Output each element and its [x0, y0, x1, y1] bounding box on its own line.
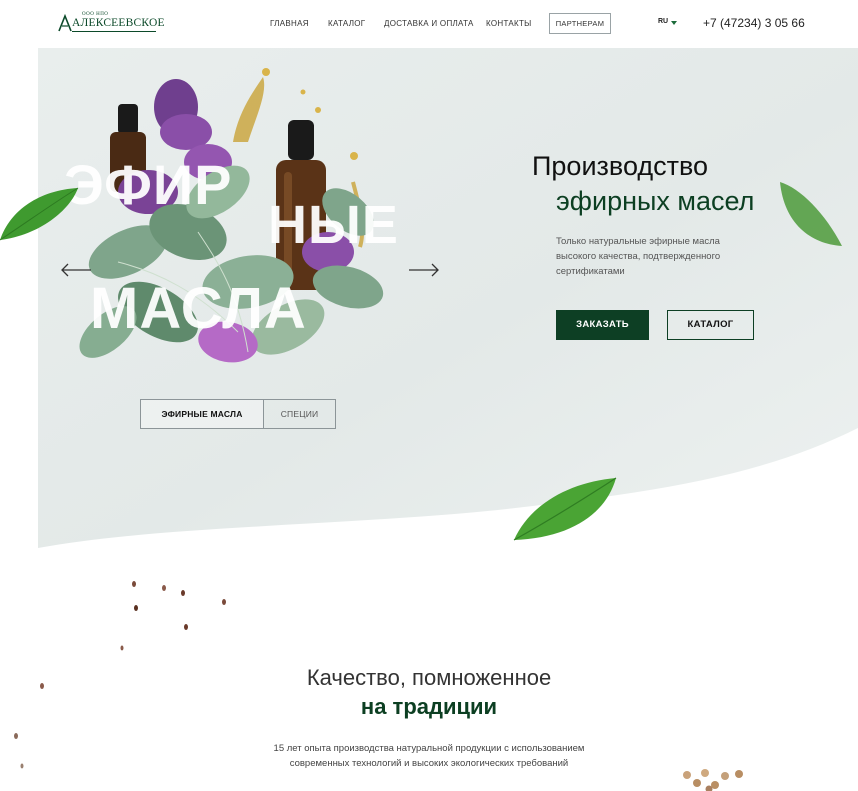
hero-title-line-1: Производство	[532, 151, 709, 181]
hero-title-line-2: эфирных масел	[556, 186, 755, 216]
order-button[interactable]: ЗАКАЗАТЬ	[556, 310, 649, 340]
nav-item-catalog[interactable]: КАТАЛОГ	[328, 19, 365, 28]
chevron-down-icon[interactable]	[671, 21, 677, 25]
hero-big-word-2: НЫЕ	[268, 195, 399, 255]
arrow-left-icon[interactable]	[60, 262, 92, 278]
hero-description: Только натуральные эфирные масла высоког…	[556, 236, 721, 277]
logo-mark-icon	[58, 14, 72, 32]
catalog-button[interactable]: КАТАЛОГ	[667, 310, 754, 340]
arrow-right-icon[interactable]	[408, 262, 440, 278]
hero-big-word-1: ЭФИР	[64, 153, 233, 216]
tab-essential-oils[interactable]: ЭФИРНЫЕ МАСЛА	[140, 399, 264, 429]
logo-underline	[72, 31, 156, 32]
nav-item-home[interactable]: ГЛАВНАЯ	[270, 19, 309, 28]
logo-name: АЛЕКСЕЕВСКОЕ	[72, 17, 165, 29]
tab-spices[interactable]: СПЕЦИИ	[263, 399, 336, 429]
language-selector[interactable]: RU	[658, 18, 668, 25]
nav-item-delivery[interactable]: ДОСТАВКА И ОПЛАТА	[384, 19, 474, 28]
category-tabs: ЭФИРНЫЕ МАСЛА СПЕЦИИ	[140, 399, 336, 429]
coriander-seeds-decoration	[683, 769, 743, 791]
nav-item-contacts[interactable]: КОНТАКТЫ	[486, 19, 532, 28]
logo[interactable]: ООО НПО АЛЕКСЕЕВСКОЕ	[58, 12, 164, 34]
phone-number[interactable]: +7 (47234) 3 05 66	[703, 16, 805, 30]
site-header: ООО НПО АЛЕКСЕЕВСКОЕ ГЛАВНАЯ КАТАЛОГ ДОС…	[0, 0, 858, 48]
leaf-decoration-right	[780, 182, 842, 246]
leaf-decoration-left	[0, 187, 79, 241]
partners-button[interactable]: ПАРТНЕРАМ	[549, 13, 611, 34]
hero-big-word-3: МАСЛА	[90, 276, 307, 341]
seeds-decoration	[14, 581, 226, 769]
leaf-decoration-bottom	[513, 477, 617, 541]
